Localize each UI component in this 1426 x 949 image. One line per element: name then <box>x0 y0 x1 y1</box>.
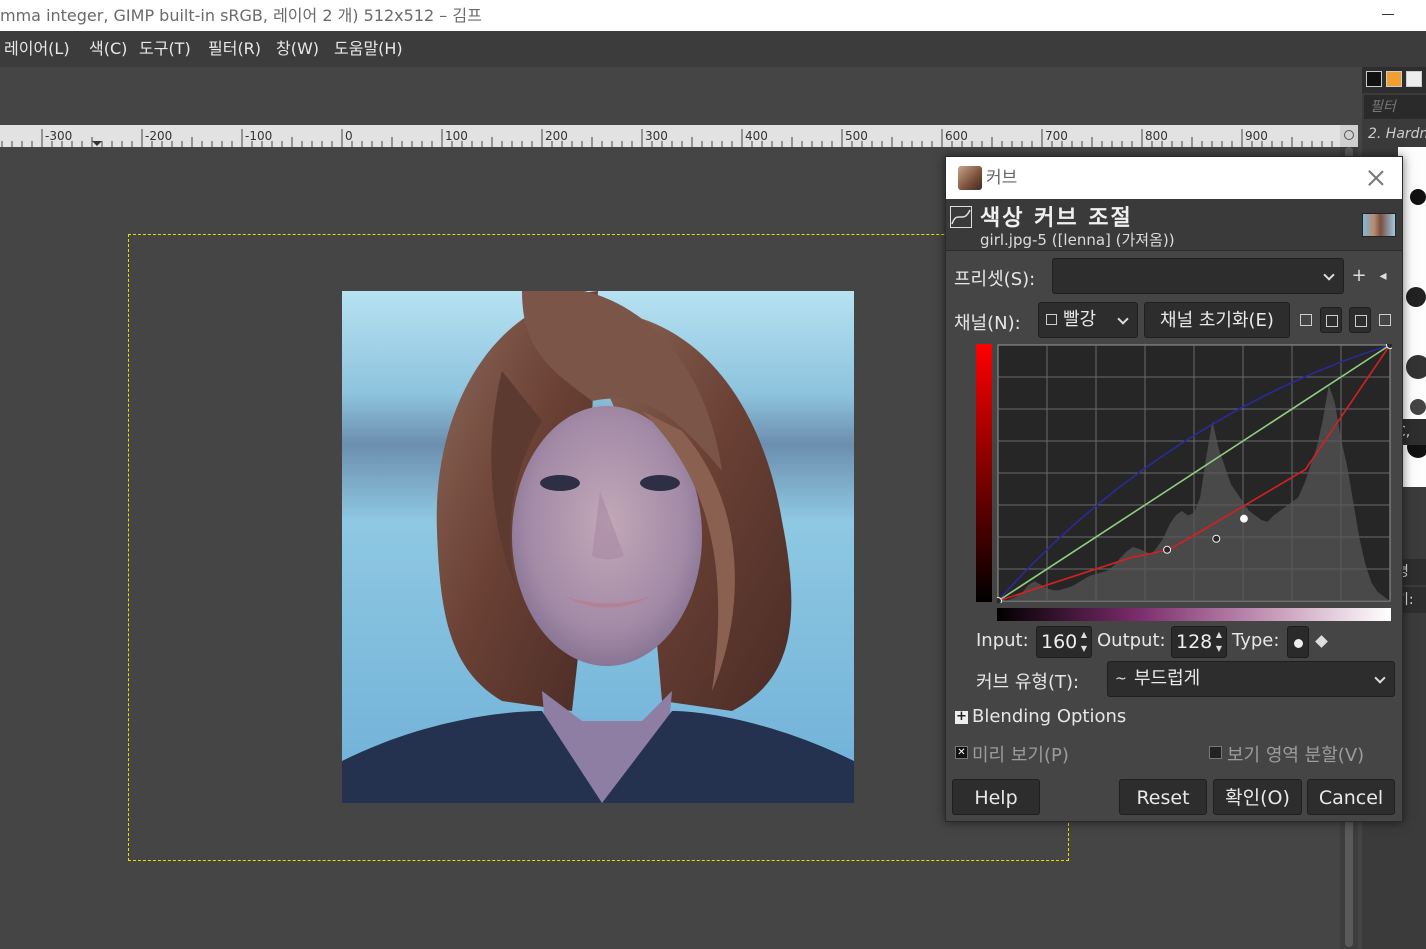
ruler-label: 500 <box>845 129 868 143</box>
preview-label[interactable]: 미리 보기(P) <box>972 741 1069 767</box>
curve-control-point <box>1386 344 1392 349</box>
minimize-button[interactable] <box>1378 0 1398 31</box>
window-titlebar: mma integer, GIMP built-in sRGB, 레이어 2 개… <box>0 0 1426 31</box>
curve-type-value: 부드럽게 <box>1134 668 1201 689</box>
menu-tools[interactable]: 도구(T) <box>139 31 191 67</box>
ruler-label: -200 <box>145 129 172 143</box>
brush-filter-input[interactable]: 필터 <box>1364 95 1426 119</box>
dialog-header: 색상 커브 조절 girl.jpg-5 ([lenna] (가져옴)) <box>946 199 1402 251</box>
reset-channel-button[interactable]: 채널 초기화(E) <box>1144 302 1290 338</box>
log-histogram-icon[interactable] <box>1320 307 1342 333</box>
ok-button[interactable]: 확인(O) <box>1213 779 1302 815</box>
pointer-marker-icon <box>92 141 102 146</box>
expand-icon[interactable]: + <box>955 710 968 724</box>
spin-up-icon[interactable]: ▲ <box>1079 629 1089 641</box>
curve-type-combo[interactable]: ~ 부드럽게 <box>1107 661 1395 697</box>
dialog-title: 커브 <box>986 168 1018 188</box>
dialog-subtitle: girl.jpg-5 ([lenna] (가져옴)) <box>980 231 1175 249</box>
ruler-label: 800 <box>1145 129 1168 143</box>
curves-graph[interactable] <box>997 344 1392 603</box>
menubar: 레이어(L) 색(C) 도구(T) 필터(R) 창(W) 도움말(H) <box>0 31 1426 67</box>
output-value: 128 <box>1176 631 1213 653</box>
ruler-label: 200 <box>545 129 568 143</box>
chevron-down-icon <box>1117 313 1129 325</box>
curve-control-point <box>1212 534 1221 543</box>
curves-icon <box>950 206 972 228</box>
presets-combo[interactable] <box>1052 258 1344 294</box>
output-label: Output: <box>1097 630 1166 651</box>
menu-colors[interactable]: 색(C) <box>89 31 127 67</box>
channel-value: 빨강 <box>1063 309 1097 330</box>
zoom-toggle-icon[interactable] <box>1340 125 1358 147</box>
curve-control-point <box>1163 545 1172 554</box>
output-spinbox[interactable]: 128 ▲ ▼ <box>1171 626 1227 658</box>
split-view-label[interactable]: 보기 영역 분할(V) <box>1227 741 1364 767</box>
curve-control-point <box>1239 514 1248 523</box>
menu-help[interactable]: 도움말(H) <box>334 31 403 67</box>
menu-filters[interactable]: 필터(R) <box>208 31 261 67</box>
menu-windows[interactable]: 창(W) <box>276 31 319 67</box>
smooth-point-type-button[interactable] <box>1287 626 1309 658</box>
preset-menu-icon[interactable]: ◂ <box>1374 267 1392 285</box>
output-gradient-bar <box>976 344 992 602</box>
input-value: 160 <box>1041 631 1078 653</box>
input-gradient-bar <box>997 608 1391 621</box>
chevron-down-icon <box>1323 269 1335 281</box>
patterns-tab-icon[interactable] <box>1386 71 1402 87</box>
ruler-label: 900 <box>1245 129 1268 143</box>
dialog-app-icon <box>958 166 982 190</box>
channel-combo[interactable]: 빨강 <box>1038 302 1138 338</box>
curve-view-icon[interactable] <box>1374 307 1396 333</box>
curve-glyph <box>951 209 971 225</box>
chevron-down-icon <box>1374 672 1386 684</box>
reset-button[interactable]: Reset <box>1119 779 1207 815</box>
fonts-tab-icon[interactable] <box>1406 71 1422 87</box>
menu-layer[interactable]: 레이어(L) <box>4 31 70 67</box>
ruler-label: 0 <box>345 129 353 143</box>
smooth-curve-icon: ~ <box>1115 671 1127 687</box>
type-label: Type: <box>1232 630 1280 651</box>
ruler-label: 300 <box>645 129 668 143</box>
spin-down-icon[interactable]: ▼ <box>1079 643 1089 655</box>
image-thumbnail <box>1362 213 1396 237</box>
help-button[interactable]: Help <box>952 779 1040 815</box>
input-spinbox[interactable]: 160 ▲ ▼ <box>1036 626 1092 658</box>
curve-type-label: 커브 유형(T): <box>976 672 1080 693</box>
cancel-button[interactable]: Cancel <box>1307 779 1395 815</box>
window-title: mma integer, GIMP built-in sRGB, 레이어 2 개… <box>0 6 482 25</box>
brushes-tab-icon[interactable] <box>1366 71 1382 87</box>
ruler-label: -300 <box>45 129 72 143</box>
ruler-label: 700 <box>1045 129 1068 143</box>
split-view-checkbox[interactable] <box>1209 746 1222 759</box>
close-icon[interactable] <box>1364 166 1388 190</box>
spin-down-icon[interactable]: ▼ <box>1214 643 1224 655</box>
ruler-label: -100 <box>245 129 272 143</box>
image-canvas[interactable] <box>342 291 854 803</box>
blending-options-expander[interactable]: Blending Options <box>972 706 1126 727</box>
linear-histogram-icon[interactable] <box>1295 307 1317 333</box>
portrait-image <box>342 291 854 803</box>
curves-dialog: 커브 색상 커브 조절 girl.jpg-5 ([lenna] (가져옴)) 프… <box>945 156 1403 822</box>
histogram-view-icon[interactable] <box>1349 307 1371 333</box>
ruler-label: 600 <box>945 129 968 143</box>
add-preset-icon[interactable]: + <box>1350 267 1368 285</box>
corner-point-type-icon[interactable] <box>1315 635 1328 648</box>
curve-control-point <box>997 597 1002 603</box>
channel-label: 채널(N): <box>954 313 1021 334</box>
ruler-label: 400 <box>745 129 768 143</box>
channel-icon <box>1046 314 1057 325</box>
preview-checkbox[interactable]: ✕ <box>955 746 968 759</box>
ruler-label: 100 <box>445 129 468 143</box>
horizontal-ruler[interactable]: -300 -200 -100 0 100 200 300 400 500 600 700 800 900 <box>0 125 1340 147</box>
dock-tabs <box>1362 67 1426 93</box>
ruler-ticks: -300 -200 -100 0 100 200 300 400 500 600 700 800 900 <box>1 129 1333 147</box>
presets-label: 프리셋(S): <box>954 269 1036 290</box>
spin-up-icon[interactable]: ▲ <box>1214 629 1224 641</box>
input-label: Input: <box>976 630 1029 651</box>
dialog-titlebar: 커브 <box>946 157 1402 199</box>
brush-name-label: 2. Hardn <box>1368 126 1426 142</box>
dialog-heading: 색상 커브 조절 <box>980 206 1133 231</box>
